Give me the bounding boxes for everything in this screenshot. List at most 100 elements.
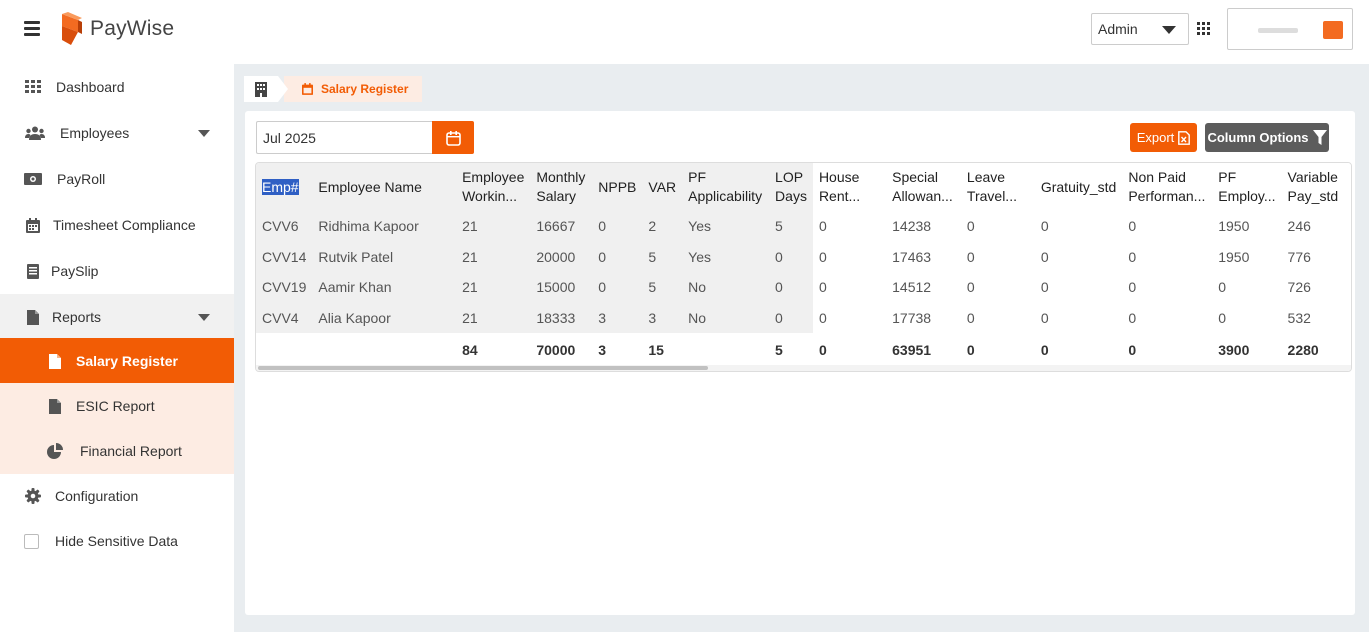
export-button-label: Export — [1136, 130, 1175, 145]
column-header-non-paid-performance[interactable]: Non Paid Performan... — [1122, 163, 1213, 211]
apps-grid-icon[interactable] — [1197, 22, 1210, 35]
cell-pf-employer: 1950 — [1212, 241, 1282, 272]
column-options-button[interactable]: Column Options — [1205, 123, 1329, 152]
cell-variable-pay-std: 776 — [1281, 241, 1351, 272]
cell-house-rent: 0 — [812, 241, 887, 272]
table-row[interactable]: CVV4 Alia Kapoor 21 18333 3 3 No 0 0 177… — [256, 302, 1351, 333]
sidebar-item-timesheet-compliance[interactable]: Timesheet Compliance — [0, 202, 234, 248]
column-header-employee-working-days[interactable]: Employee Workin... — [456, 163, 531, 211]
menu-icon[interactable] — [24, 21, 40, 36]
sidebar-item-label: Timesheet Compliance — [53, 217, 196, 233]
column-header-special-allowance[interactable]: Special Allowan... — [886, 163, 961, 211]
month-picker-button[interactable] — [432, 121, 474, 154]
column-header-monthly-salary[interactable]: Monthly Salary — [530, 163, 593, 211]
app-name: PayWise — [90, 17, 175, 40]
total-lop-days: 5 — [769, 333, 813, 366]
filter-icon — [1312, 130, 1327, 145]
cell-employee-name: Ridhima Kapoor — [312, 211, 457, 242]
column-header-emp-no[interactable]: Emp# — [256, 163, 313, 211]
total-cell — [312, 333, 457, 366]
app-logo[interactable]: PayWise — [58, 12, 174, 46]
company-logo-box[interactable] — [1227, 8, 1353, 50]
sidebar-item-label: PaySlip — [51, 263, 99, 279]
breadcrumb-current-label: Salary Register — [321, 82, 409, 96]
sidebar-item-payslip[interactable]: PaySlip — [0, 248, 234, 294]
sidebar-item-employees[interactable]: Employees — [0, 110, 234, 156]
cell-variable-pay-std: 532 — [1281, 302, 1351, 333]
cell-employee-name: Aamir Khan — [312, 272, 457, 303]
hide-sensitive-data-checkbox[interactable] — [24, 534, 39, 549]
cell-var: 2 — [642, 211, 683, 242]
column-header-leave-travel[interactable]: Leave Travel... — [960, 163, 1035, 211]
cell-nppb: 0 — [592, 241, 643, 272]
cell-variable-pay-std: 726 — [1281, 272, 1351, 303]
sidebar-item-salary-register[interactable]: Salary Register — [0, 338, 234, 384]
cell-emp-no: CVV14 — [256, 241, 313, 272]
cell-emp-no: CVV6 — [256, 211, 313, 242]
cell-pf-applicability: No — [682, 272, 770, 303]
cell-special-allowance: 17738 — [886, 302, 961, 333]
file-icon — [46, 353, 64, 369]
salary-table-container: Emp# Employee Name Employee Workin... Mo… — [255, 162, 1352, 372]
cell-monthly-salary: 18333 — [530, 302, 593, 333]
column-header-lop-days[interactable]: LOP Days — [769, 163, 813, 211]
cell-house-rent: 0 — [812, 272, 887, 303]
sidebar-item-label: Configuration — [55, 488, 139, 504]
cell-leave-travel: 0 — [960, 272, 1035, 303]
column-header-pf-applicability[interactable]: PF Applicability — [682, 163, 770, 211]
column-header-employee-name[interactable]: Employee Name — [312, 163, 457, 211]
sidebar-item-financial-report[interactable]: Financial Report — [0, 428, 234, 474]
sidebar-item-payroll[interactable]: PayRoll — [0, 156, 234, 202]
top-bar: PayWise Admin — [0, 0, 1369, 64]
table-header-row: Emp# Employee Name Employee Workin... Mo… — [256, 163, 1351, 211]
calendar-icon — [302, 83, 313, 95]
cell-pf-applicability: Yes — [682, 241, 770, 272]
table-row[interactable]: CVV19 Aamir Khan 21 15000 0 5 No 0 0 145… — [256, 272, 1351, 303]
cell-special-allowance: 17463 — [886, 241, 961, 272]
sidebar-item-configuration[interactable]: Configuration — [0, 473, 234, 519]
cell-lop-days: 0 — [769, 241, 813, 272]
cell-house-rent: 0 — [812, 211, 887, 242]
sidebar-item-label: Reports — [52, 309, 102, 325]
cell-pf-applicability: Yes — [682, 211, 770, 242]
main-content: Salary Register Jul 2025 Export Column O… — [234, 64, 1369, 632]
sidebar-item-dashboard[interactable]: Dashboard — [0, 64, 234, 110]
cell-gratuity-std: 0 — [1034, 302, 1123, 333]
money-bill-icon — [24, 171, 42, 187]
breadcrumb-current: Salary Register — [284, 76, 423, 102]
sidebar: Dashboard Employees PayRoll Timesheet Co… — [0, 64, 234, 632]
total-cell — [256, 333, 313, 366]
cell-non-paid-performance: 0 — [1122, 241, 1213, 272]
column-header-house-rent[interactable]: House Rent... — [812, 163, 887, 211]
column-header-gratuity-std[interactable]: Gratuity_std — [1034, 163, 1123, 211]
month-picker-input[interactable]: Jul 2025 — [256, 121, 433, 154]
export-button[interactable]: Export — [1130, 123, 1197, 152]
horizontal-scrollbar[interactable] — [256, 365, 1351, 371]
column-header-variable-pay-std[interactable]: Variable Pay_std — [1281, 163, 1351, 211]
sidebar-item-label: Financial Report — [80, 443, 182, 459]
breadcrumb-home[interactable] — [244, 76, 288, 102]
sidebar-item-reports[interactable]: Reports — [0, 294, 234, 340]
total-non-paid-performance: 0 — [1122, 333, 1213, 366]
cell-employee-name: Alia Kapoor — [312, 302, 457, 333]
total-variable-pay-std: 2280 — [1281, 333, 1351, 366]
table-totals-row: 84 70000 3 15 5 0 63951 0 0 0 3900 2280 — [256, 333, 1351, 366]
cell-special-allowance: 14512 — [886, 272, 961, 303]
cell-lop-days: 0 — [769, 302, 813, 333]
scrollbar-thumb[interactable] — [258, 366, 708, 370]
total-nppb: 3 — [592, 333, 643, 366]
cell-employee-name: Rutvik Patel — [312, 241, 457, 272]
column-header-nppb[interactable]: NPPB — [592, 163, 643, 211]
cell-lop-days: 5 — [769, 211, 813, 242]
sidebar-item-esic-report[interactable]: ESIC Report — [0, 383, 234, 429]
cell-non-paid-performance: 0 — [1122, 302, 1213, 333]
column-header-var[interactable]: VAR — [642, 163, 683, 211]
salary-register-card: Jul 2025 Export Column Options Emp# Empl… — [245, 111, 1355, 615]
dashboard-grid-icon — [24, 79, 42, 95]
table-row[interactable]: CVV6 Ridhima Kapoor 21 16667 0 2 Yes 5 0… — [256, 211, 1351, 242]
table-row[interactable]: CVV14 Rutvik Patel 21 20000 0 5 Yes 0 0 … — [256, 241, 1351, 272]
column-header-pf-employer[interactable]: PF Employ... — [1212, 163, 1282, 211]
cell-pf-applicability: No — [682, 302, 770, 333]
hide-sensitive-data-toggle[interactable]: Hide Sensitive Data — [0, 518, 234, 564]
role-select[interactable]: Admin — [1091, 13, 1189, 45]
